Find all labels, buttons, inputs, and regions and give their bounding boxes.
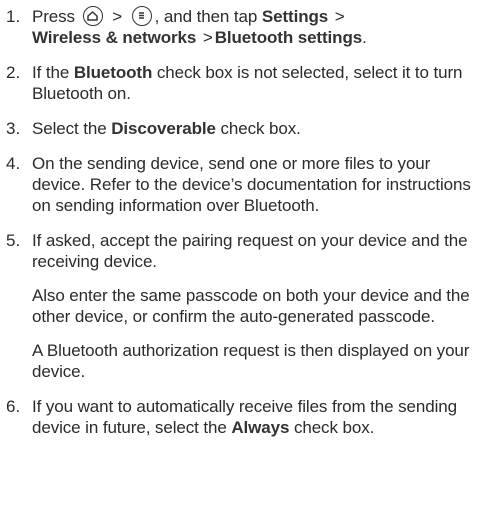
instructions-page: 1. Press > , and then tap Settings > Wir… [0,0,483,529]
step-paragraph: A Bluetooth authorization request is the… [32,341,470,381]
home-icon [82,6,103,26]
menu-icon [131,6,152,26]
bluetooth-settings-label: Bluetooth settings [214,28,363,47]
step-3: 3. Select the Discoverable check box. [0,118,483,139]
step-text-pre: Select the [32,119,107,138]
step-number: 2. [6,63,21,82]
bluetooth-label: Bluetooth [73,63,153,82]
step-2: 2. If the Bluetooth check box is not sel… [0,62,483,104]
step-text: If asked, accept the pairing request on … [32,230,478,382]
step-text-pre: If the [32,63,70,82]
step-paragraph: If asked, accept the pairing request on … [32,231,468,271]
step-text-post: check box. [220,119,301,138]
step-text: On the sending device, send one or more … [32,153,478,216]
step-1: 1. Press > , and then tap Settings > Wir… [0,6,483,48]
step-number: 3. [6,119,21,138]
step-number: 1. [6,7,21,26]
step-number: 5. [6,231,21,250]
step-paragraph: On the sending device, send one or more … [32,154,471,215]
settings-label: Settings [261,7,329,26]
separator: > [112,7,123,26]
discoverable-label: Discoverable [111,119,216,138]
separator: > [334,7,345,26]
step-5: 5. If asked, accept the pairing request … [0,230,483,382]
press-text: Press [32,7,75,26]
step-paragraph: Also enter the same passcode on both you… [32,286,470,326]
step-text: If the Bluetooth check box is not select… [32,62,478,104]
step-4: 4. On the sending device, send one or mo… [0,153,483,216]
step-number: 4. [6,154,21,173]
separator: > [202,28,213,47]
step-6: 6. If you want to automatically receive … [0,396,483,438]
period: . [362,28,367,47]
wireless-label: Wireless & networks [32,28,197,47]
always-label: Always [231,418,290,437]
step-text: Select the Discoverable check box. [32,118,478,139]
step-number: 6. [6,397,21,416]
then-tap-text: , and then tap [154,7,258,26]
step-text: Press > , and then tap Settings > Wirele… [32,6,478,48]
step-text-post: check box. [293,418,375,437]
step-text: If you want to automatically receive fil… [32,396,478,438]
